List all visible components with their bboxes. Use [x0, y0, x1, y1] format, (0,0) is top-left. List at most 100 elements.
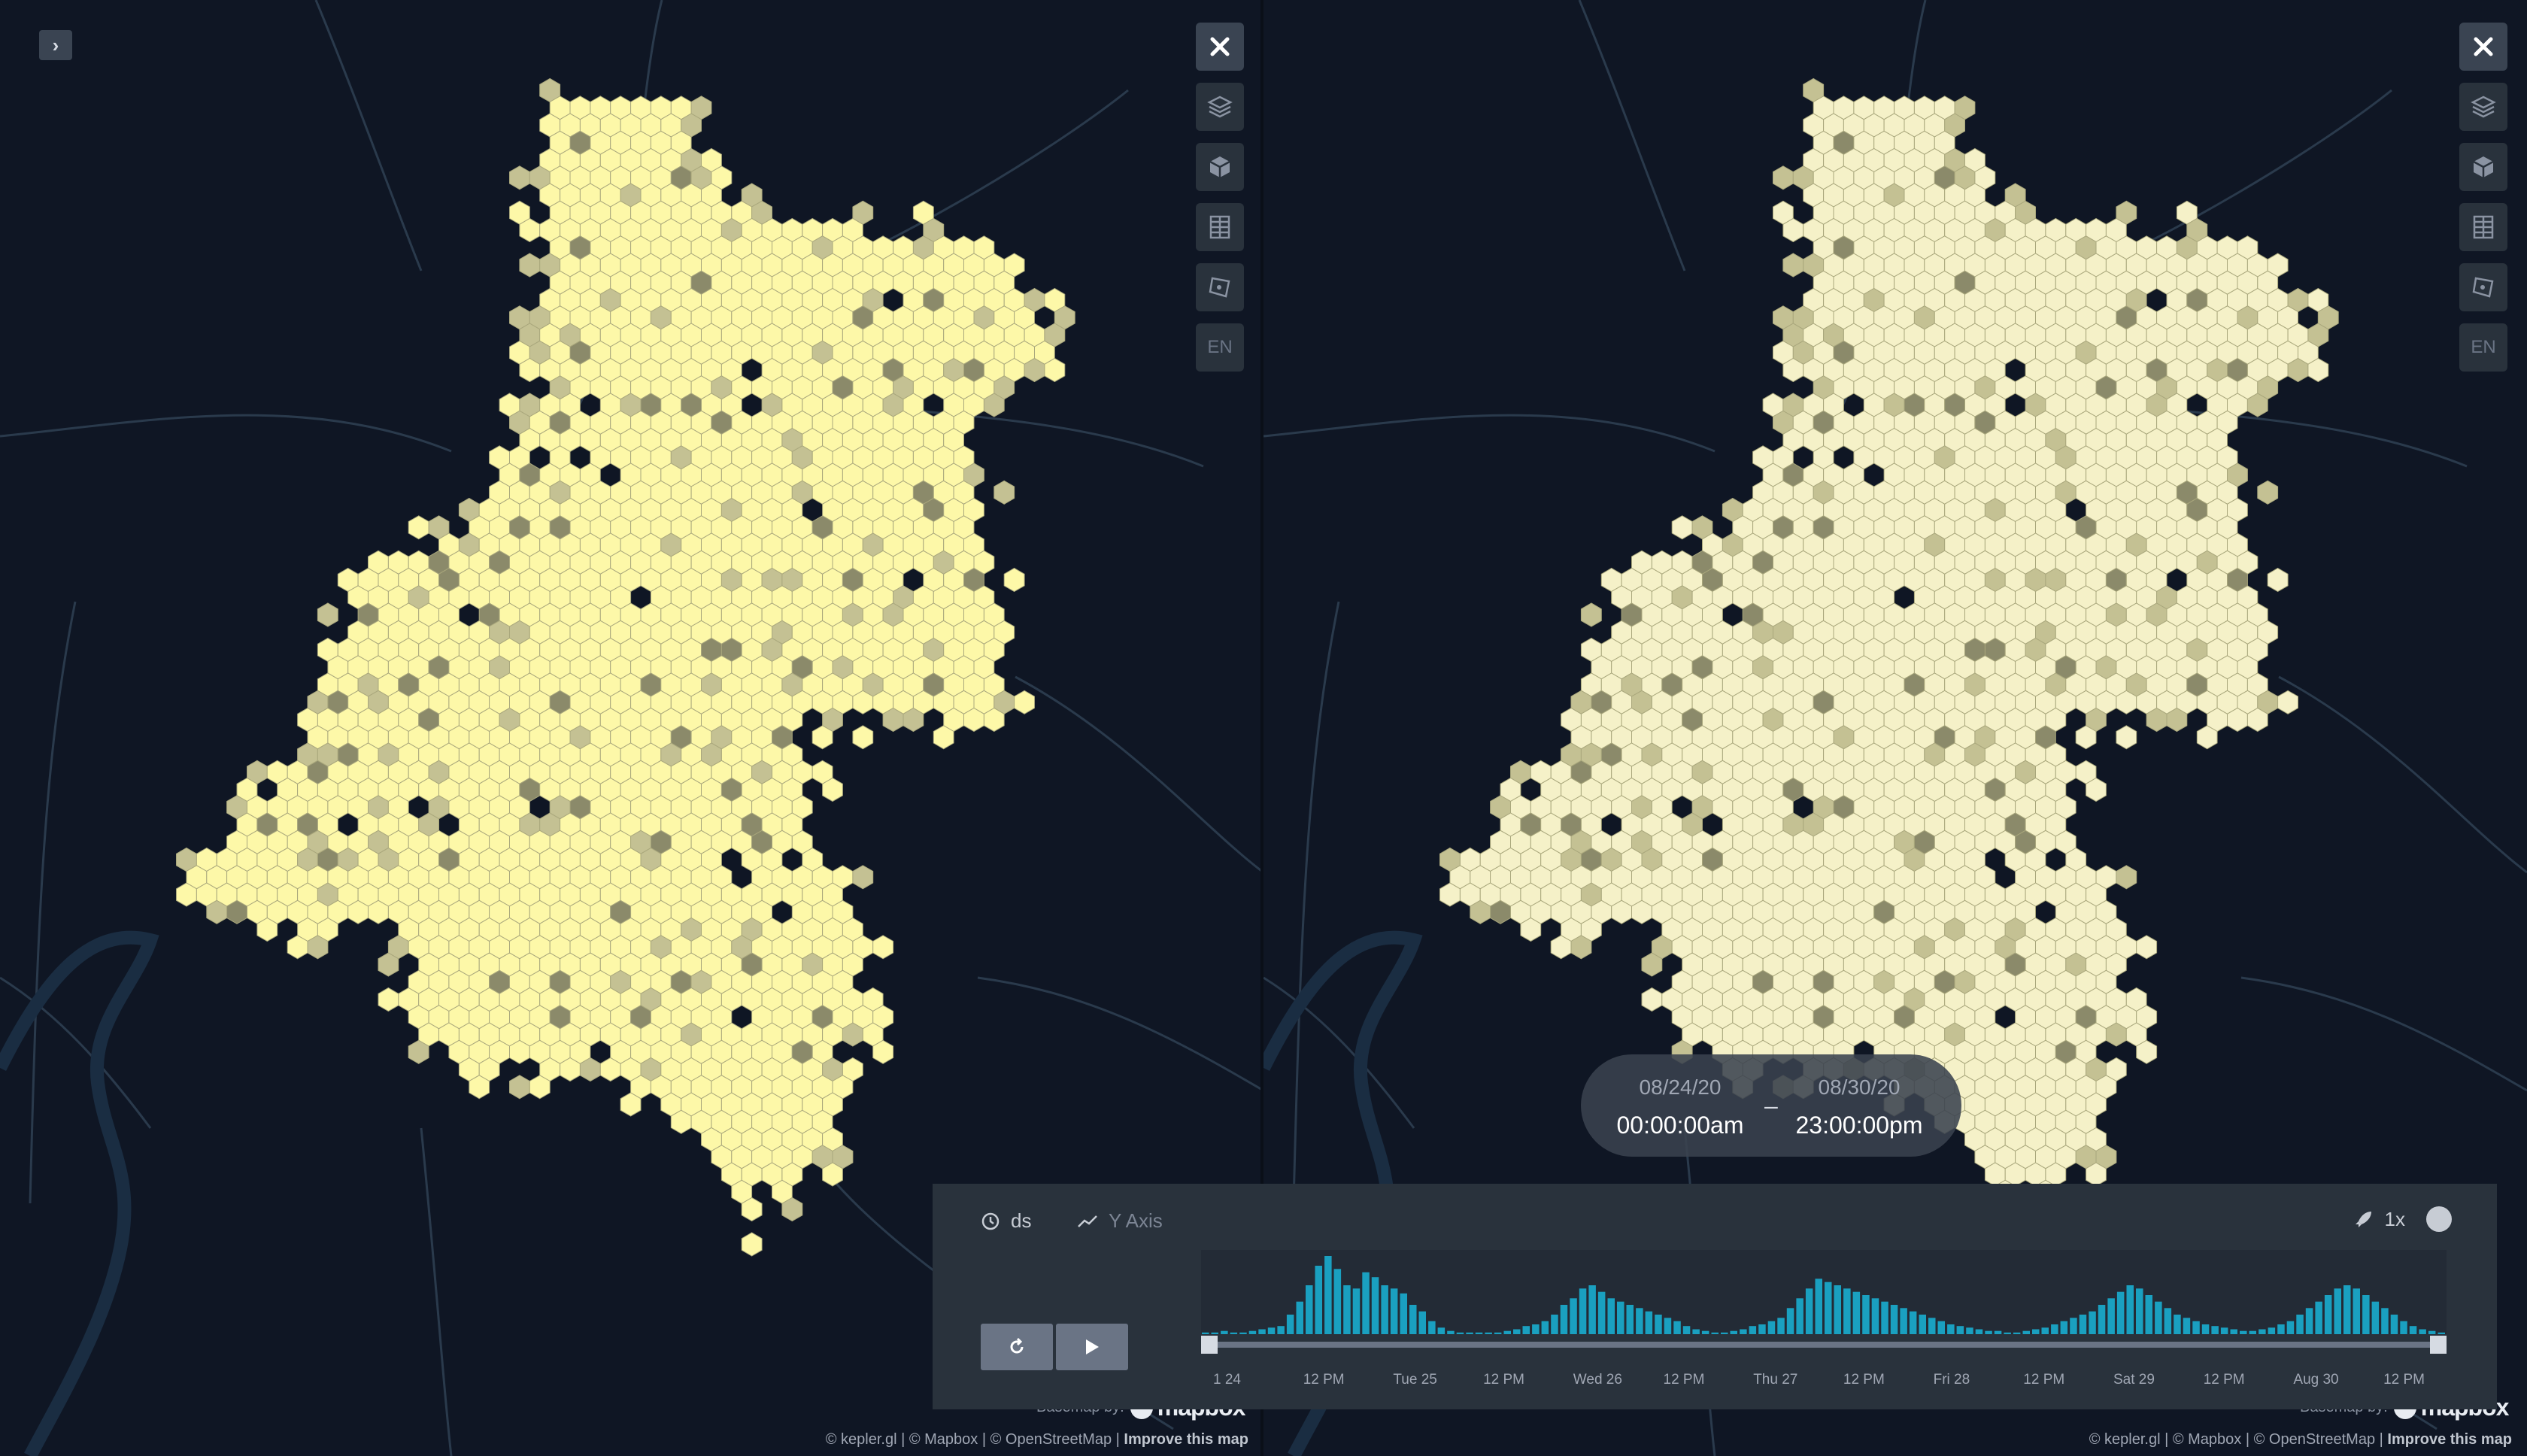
globe-icon[interactable]: [2426, 1206, 2452, 1232]
histogram-bar: [1306, 1285, 1313, 1334]
improve-map-link[interactable]: Improve this map: [1124, 1431, 1248, 1448]
histogram-bar: [1852, 1291, 1861, 1334]
3d-view-button-right[interactable]: [2459, 143, 2507, 191]
locale-button-right[interactable]: EN: [2459, 323, 2507, 372]
layers-button[interactable]: [1196, 83, 1244, 131]
histogram-bar: [1588, 1285, 1596, 1334]
histogram-bar: [1570, 1298, 1577, 1334]
range-handle-end[interactable]: [2430, 1336, 2447, 1354]
histogram-bar: [2438, 1332, 2445, 1334]
histogram-bar: [1579, 1288, 1587, 1334]
y-axis-label: Y Axis: [1109, 1209, 1163, 1232]
play-button[interactable]: [1056, 1324, 1128, 1370]
histogram-bar: [1825, 1282, 1832, 1334]
time-tick-label: 1 24: [1213, 1372, 1241, 1388]
histogram-bar: [1551, 1315, 1558, 1334]
histogram-bar: [1221, 1330, 1228, 1334]
histogram-bar: [2079, 1315, 2087, 1334]
locale-label: EN: [2471, 337, 2496, 357]
histogram-bar: [2296, 1315, 2304, 1334]
histogram-bar: [2240, 1330, 2247, 1334]
histogram-bar: [2116, 1291, 2125, 1334]
clock-icon: [981, 1212, 1000, 1230]
3d-view-button[interactable]: [1196, 143, 1244, 191]
histogram-bar: [2032, 1329, 2040, 1334]
histogram-bar: [2022, 1330, 2030, 1334]
draw-polygon-button[interactable]: [1196, 263, 1244, 311]
start-time: 00:00:00am: [1616, 1112, 1744, 1139]
time-histogram[interactable]: 1 24 12 PM Tue 25 12 PM Wed 26 12 PM Thu 27 12 …: [1201, 1250, 2447, 1393]
histogram-bar: [2164, 1308, 2172, 1334]
time-field-selector[interactable]: ds: [981, 1209, 1031, 1233]
histogram-bar: [2268, 1327, 2276, 1334]
time-range-separator: –: [1764, 1092, 1778, 1119]
range-track[interactable]: [1201, 1342, 2447, 1348]
y-axis-selector[interactable]: Y Axis: [1077, 1209, 1163, 1233]
close-map-button-right[interactable]: [2459, 23, 2507, 71]
rocket-icon: [2355, 1212, 2371, 1227]
start-date: 08/24/20: [1639, 1075, 1722, 1099]
map-attribution-right: © kepler.gl | © Mapbox | © OpenStreetMap…: [2089, 1431, 2512, 1448]
histogram-bar: [1485, 1332, 1492, 1334]
time-tick-label: 12 PM: [2204, 1372, 2245, 1388]
histogram-bar: [1692, 1329, 1700, 1334]
chevron-right-icon: ›: [52, 33, 59, 56]
histogram-bar: [1428, 1321, 1436, 1334]
close-map-button[interactable]: [1196, 23, 1244, 71]
histogram-bar: [1597, 1291, 1606, 1334]
draw-polygon-icon: [1209, 277, 1230, 298]
histogram-bar: [2013, 1332, 2021, 1334]
histogram-bar: [1975, 1329, 1983, 1334]
line-chart-icon: [1078, 1215, 1097, 1227]
histogram-bar: [1664, 1318, 1672, 1334]
histogram-bar: [1456, 1332, 1464, 1334]
histogram-bar: [1418, 1311, 1426, 1334]
histogram-bar: [1560, 1305, 1568, 1334]
locale-button[interactable]: EN: [1196, 323, 1244, 372]
histogram-bar: [1522, 1326, 1530, 1334]
locale-label: EN: [1207, 337, 1233, 357]
time-tick-label: 12 PM: [1843, 1372, 1885, 1388]
histogram-bar: [2371, 1301, 2380, 1334]
data-table-button[interactable]: [1196, 203, 1244, 251]
data-table-button-right[interactable]: [2459, 203, 2507, 251]
histogram-bar: [2174, 1315, 2181, 1334]
histogram-bar: [1447, 1330, 1455, 1334]
time-range-display: 08/24/20 00:00:00am – 08/30/20 23:00:00p…: [1581, 1054, 1961, 1157]
histogram-bar: [1956, 1326, 1964, 1334]
reset-button[interactable]: [981, 1324, 1053, 1370]
histogram-bar: [2409, 1326, 2417, 1334]
layers-icon: [1207, 96, 1233, 118]
histogram-bar: [1267, 1327, 1276, 1334]
range-handle-start[interactable]: [1201, 1336, 1218, 1354]
histogram-bar: [1409, 1305, 1417, 1334]
histogram-bar: [1333, 1269, 1342, 1334]
table-icon: [2473, 215, 2494, 239]
layers-icon: [2471, 96, 2496, 118]
histogram-bar: [1248, 1330, 1257, 1334]
histogram-bar: [1202, 1332, 1209, 1334]
histogram-bar: [1211, 1332, 1218, 1334]
histogram-bar: [1919, 1315, 1926, 1334]
histogram-bar: [1937, 1321, 1945, 1334]
histogram-bar: [2286, 1321, 2295, 1334]
improve-map-link[interactable]: Improve this map: [2387, 1431, 2512, 1448]
expand-sidepanel-button[interactable]: ›: [39, 30, 72, 60]
histogram-bar: [1815, 1279, 1822, 1334]
histogram-bar: [1862, 1295, 1870, 1334]
histogram-bar: [1532, 1324, 1540, 1334]
histogram-bar: [2211, 1326, 2219, 1334]
histogram-bar: [1655, 1315, 1662, 1334]
histogram-bar: [1730, 1330, 1737, 1334]
histogram-bar: [1400, 1293, 1407, 1334]
histogram-bar: [1909, 1311, 1917, 1334]
time-range-end: 08/30/20 23:00:00pm: [1784, 1075, 1934, 1139]
histogram-bar: [1928, 1318, 1936, 1334]
histogram-bar: [1626, 1305, 1634, 1334]
histogram-bar: [2107, 1298, 2115, 1334]
histogram-bar: [2381, 1308, 2389, 1334]
speed-control[interactable]: 1x: [2353, 1208, 2405, 1231]
draw-polygon-button-right[interactable]: [2459, 263, 2507, 311]
layers-button-right[interactable]: [2459, 83, 2507, 131]
histogram-bar: [1701, 1330, 1709, 1334]
